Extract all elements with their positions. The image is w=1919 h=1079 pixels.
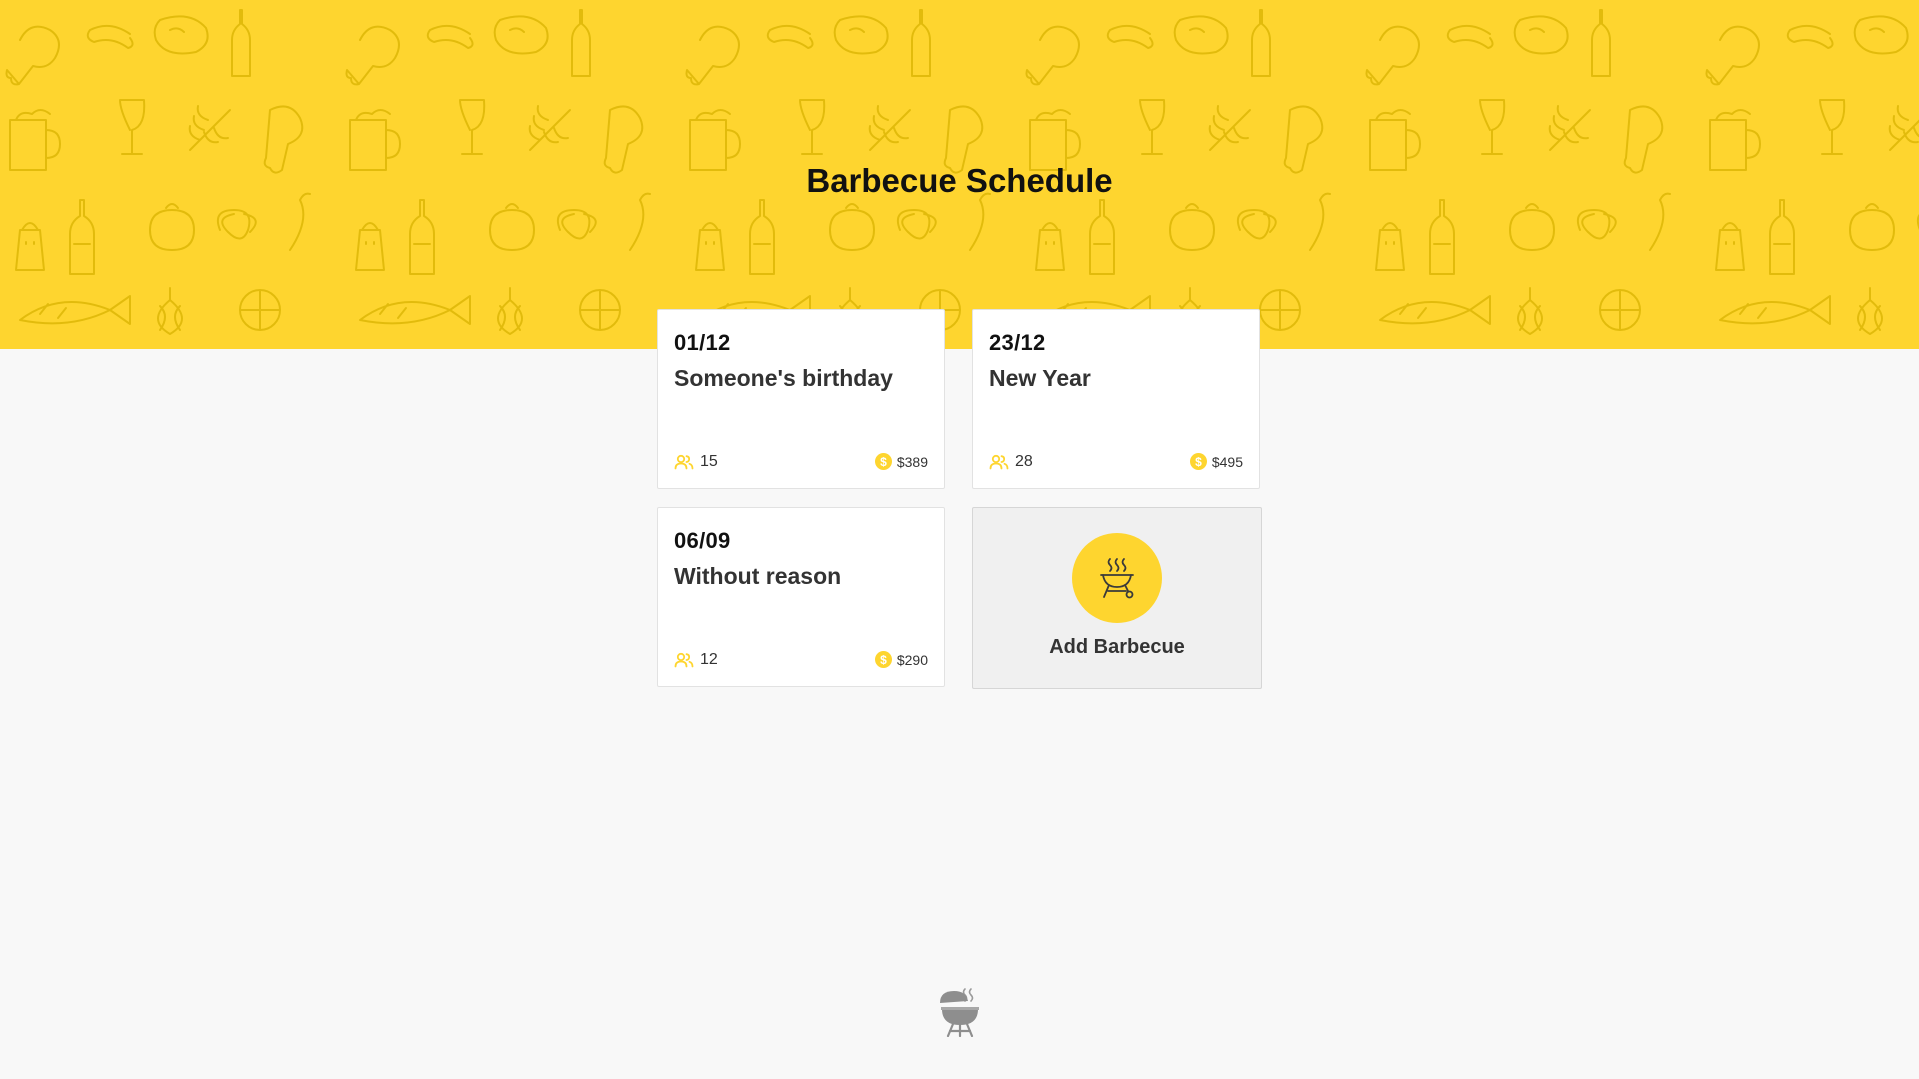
total-amount: $ $495 xyxy=(1189,453,1243,470)
page-title: Barbecue Schedule xyxy=(806,162,1113,199)
participants-count: 12 xyxy=(674,651,718,669)
barbecue-title: Without reason xyxy=(674,563,842,589)
barbecue-card[interactable]: 23/12 New Year 28 $ $495 xyxy=(972,309,1260,489)
total-amount: $ $389 xyxy=(874,453,928,470)
barbecue-date: 06/09 xyxy=(674,528,731,553)
participants-number: 12 xyxy=(700,651,718,668)
grill-icon-circle xyxy=(1072,533,1162,623)
header-banner: Barbecue Schedule xyxy=(0,0,1919,349)
barbecue-title: New Year xyxy=(989,365,1091,391)
barbecue-card[interactable]: 01/12 Someone's birthday 15 $ $389 xyxy=(657,309,945,489)
svg-text:$: $ xyxy=(1195,455,1202,469)
money-icon: $ xyxy=(874,453,892,470)
total-amount: $ $290 xyxy=(874,651,928,668)
amount-value: $389 xyxy=(896,453,928,470)
add-barbecue-button[interactable]: Add Barbecue xyxy=(972,507,1262,689)
money-icon: $ xyxy=(874,651,892,668)
participants-number: 28 xyxy=(1015,453,1033,470)
barbecue-grid: 01/12 Someone's birthday 15 $ $389 23/12… xyxy=(657,309,1262,691)
amount-value: $290 xyxy=(896,651,928,668)
bbq-logo-icon xyxy=(940,988,979,1037)
participants-count: 28 xyxy=(989,453,1033,471)
participants-count: 15 xyxy=(674,453,718,471)
add-barbecue-label: Add Barbecue xyxy=(1049,636,1185,658)
money-icon: $ xyxy=(1189,453,1207,470)
grill-icon xyxy=(1100,558,1134,599)
people-icon xyxy=(674,652,694,668)
barbecue-date: 01/12 xyxy=(674,330,731,355)
people-icon xyxy=(674,454,694,470)
barbecue-date: 23/12 xyxy=(989,330,1046,355)
amount-value: $495 xyxy=(1211,453,1243,470)
barbecue-title: Someone's birthday xyxy=(674,365,893,391)
svg-text:$: $ xyxy=(880,455,887,469)
people-icon xyxy=(989,454,1009,470)
barbecue-card[interactable]: 06/09 Without reason 12 $ $290 xyxy=(657,507,945,687)
participants-number: 15 xyxy=(700,453,718,470)
svg-text:$: $ xyxy=(880,653,887,667)
